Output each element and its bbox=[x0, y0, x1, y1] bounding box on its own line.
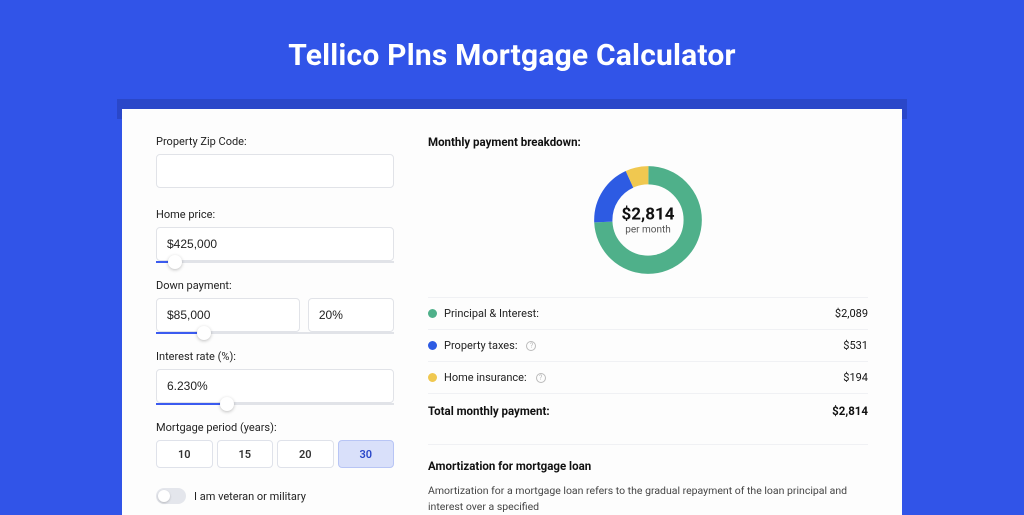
veteran-label: I am veteran or military bbox=[194, 490, 306, 503]
home-price-label: Home price: bbox=[156, 208, 394, 221]
down-payment-label: Down payment: bbox=[156, 279, 394, 292]
zip-field: Property Zip Code: bbox=[156, 135, 394, 188]
dot-icon bbox=[428, 341, 437, 350]
down-payment-slider[interactable] bbox=[156, 332, 394, 334]
info-icon[interactable]: ? bbox=[526, 341, 536, 351]
interest-input[interactable] bbox=[156, 369, 394, 403]
amort-heading: Amortization for mortgage loan bbox=[428, 459, 868, 473]
dot-icon bbox=[428, 373, 437, 382]
legend-value: $2,089 bbox=[835, 307, 868, 320]
donut-sub: per month bbox=[622, 225, 675, 236]
period-10[interactable]: 10 bbox=[156, 440, 213, 468]
down-payment-input[interactable] bbox=[156, 298, 300, 332]
calculator-panel: Property Zip Code: Home price: Down paym… bbox=[122, 109, 902, 515]
interest-slider[interactable] bbox=[156, 403, 394, 405]
legend-label: Property taxes: bbox=[444, 339, 517, 352]
interest-label: Interest rate (%): bbox=[156, 350, 394, 363]
form-column: Property Zip Code: Home price: Down paym… bbox=[156, 135, 394, 515]
legend-label: Home insurance: bbox=[444, 371, 527, 384]
slider-thumb[interactable] bbox=[168, 255, 182, 269]
donut-chart: $2,814 per month bbox=[428, 161, 868, 279]
total-value: $2,814 bbox=[832, 404, 868, 418]
total-label: Total monthly payment: bbox=[428, 404, 550, 418]
legend-taxes: Property taxes: ? $531 bbox=[428, 329, 868, 361]
legend-principal: Principal & Interest: $2,089 bbox=[428, 297, 868, 329]
info-icon[interactable]: ? bbox=[536, 373, 546, 383]
veteran-toggle[interactable] bbox=[156, 488, 186, 504]
period-label: Mortgage period (years): bbox=[156, 421, 394, 434]
home-price-slider[interactable] bbox=[156, 261, 394, 263]
dot-icon bbox=[428, 309, 437, 318]
period-30[interactable]: 30 bbox=[338, 440, 395, 468]
amortization-section: Amortization for mortgage loan Amortizat… bbox=[428, 444, 868, 515]
down-payment-pct-input[interactable] bbox=[308, 298, 394, 332]
donut-amount: $2,814 bbox=[622, 205, 675, 225]
slider-thumb[interactable] bbox=[220, 397, 234, 411]
legend-value: $194 bbox=[843, 371, 868, 384]
slider-fill bbox=[156, 403, 227, 405]
zip-input[interactable] bbox=[156, 154, 394, 188]
legend-insurance: Home insurance: ? $194 bbox=[428, 361, 868, 393]
donut-center: $2,814 per month bbox=[622, 205, 675, 236]
down-payment-field: Down payment: bbox=[156, 279, 394, 334]
home-price-input[interactable] bbox=[156, 227, 394, 261]
legend-value: $531 bbox=[843, 339, 868, 352]
home-price-field: Home price: bbox=[156, 208, 394, 263]
breakdown-column: Monthly payment breakdown: $2,814 per mo… bbox=[428, 135, 868, 515]
amort-text: Amortization for a mortgage loan refers … bbox=[428, 483, 868, 515]
zip-label: Property Zip Code: bbox=[156, 135, 394, 148]
legend-label: Principal & Interest: bbox=[444, 307, 539, 320]
page-title: Tellico Plns Mortgage Calculator bbox=[0, 38, 1024, 73]
total-row: Total monthly payment: $2,814 bbox=[428, 393, 868, 428]
veteran-row: I am veteran or military bbox=[156, 488, 394, 504]
period-field: Mortgage period (years): 10 15 20 30 bbox=[156, 421, 394, 468]
interest-field: Interest rate (%): bbox=[156, 350, 394, 405]
period-20[interactable]: 20 bbox=[277, 440, 334, 468]
breakdown-heading: Monthly payment breakdown: bbox=[428, 135, 868, 149]
period-buttons: 10 15 20 30 bbox=[156, 440, 394, 468]
hero: Tellico Plns Mortgage Calculator bbox=[0, 0, 1024, 99]
slider-thumb[interactable] bbox=[197, 326, 211, 340]
period-15[interactable]: 15 bbox=[217, 440, 274, 468]
